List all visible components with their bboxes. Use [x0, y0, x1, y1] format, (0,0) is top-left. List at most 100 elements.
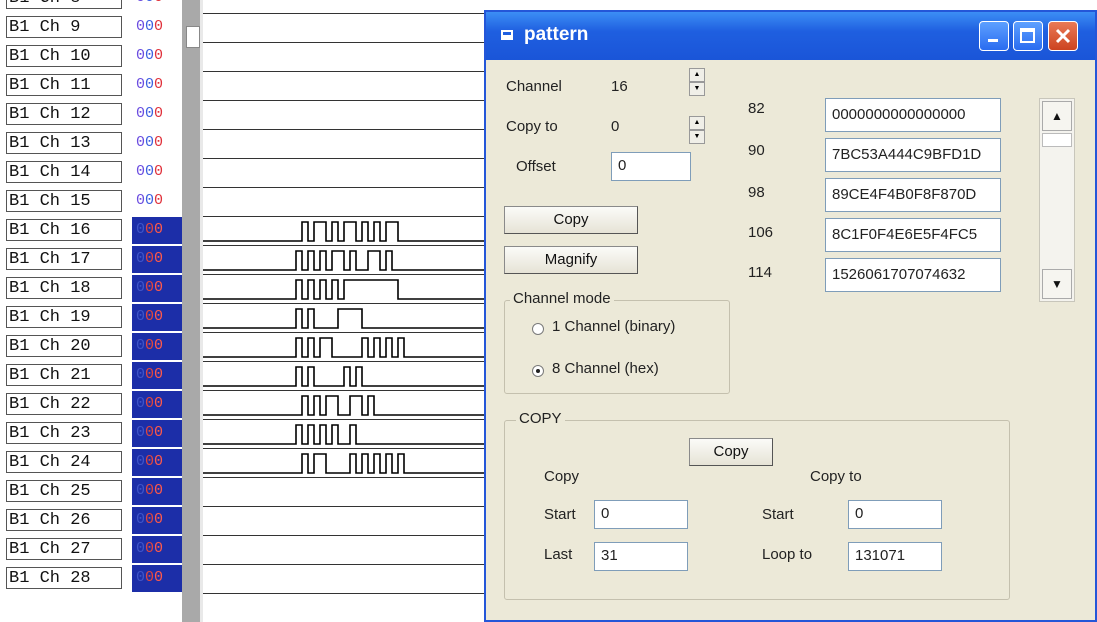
spin-up-icon[interactable]: ▲: [689, 116, 705, 130]
channel-label[interactable]: B1 Ch 8: [6, 0, 122, 9]
channel-value[interactable]: 000: [132, 420, 182, 447]
spin-up-icon[interactable]: ▲: [689, 68, 705, 82]
channel-value-digit: 0: [145, 395, 155, 412]
channel-value-digit: 0: [136, 134, 146, 151]
address-label: 82: [748, 100, 765, 117]
channel-value[interactable]: 000: [132, 275, 182, 302]
channel-value[interactable]: 000: [132, 130, 182, 157]
address-label: 90: [748, 142, 765, 159]
hex-value-field[interactable]: 8C1F0F4E6E5F4FC5: [825, 218, 1001, 252]
channel-value-digit: 0: [145, 250, 155, 267]
magnify-button[interactable]: Magnify: [504, 246, 638, 274]
copy-range-button[interactable]: Copy: [689, 438, 773, 466]
channel-label[interactable]: B1 Ch 17: [6, 248, 122, 270]
channel-value[interactable]: 000: [132, 536, 182, 563]
radio-binary-label[interactable]: 1 Channel (binary): [552, 318, 675, 335]
channel-value-digit: 0: [136, 511, 146, 528]
start-label: Start: [544, 506, 576, 523]
channel-value-digit: 0: [136, 308, 146, 325]
channel-value-digit: 0: [145, 569, 155, 586]
hex-value-field[interactable]: 1526061707074632: [825, 258, 1001, 292]
channel-label[interactable]: B1 Ch 26: [6, 509, 122, 531]
channel-label[interactable]: B1 Ch 28: [6, 567, 122, 589]
channel-spinner[interactable]: ▲ ▼: [689, 68, 705, 96]
channel-value[interactable]: 000: [132, 362, 182, 389]
channel-value[interactable]: 000: [132, 565, 182, 592]
channel-label[interactable]: B1 Ch 15: [6, 190, 122, 212]
pattern-dialog: pattern Channel 16 ▲ ▼ Copy to 0 ▲ ▼ Offse…: [484, 10, 1097, 622]
offset-input[interactable]: 0: [611, 152, 691, 181]
channel-label[interactable]: B1 Ch 21: [6, 364, 122, 386]
channel-label[interactable]: B1 Ch 18: [6, 277, 122, 299]
address-label: 114: [748, 264, 772, 281]
minimize-button[interactable]: [979, 21, 1009, 51]
channel-value[interactable]: 000: [132, 449, 182, 476]
channel-value[interactable]: 000: [132, 246, 182, 273]
channel-value-digit: 0: [136, 163, 146, 180]
channel-label[interactable]: B1 Ch 24: [6, 451, 122, 473]
channel-value[interactable]: 000: [132, 14, 182, 41]
radio-hex[interactable]: [532, 365, 544, 377]
hex-value-field[interactable]: 89CE4F4B0F8F870D: [825, 178, 1001, 212]
copy-to-spinner[interactable]: ▲ ▼: [689, 116, 705, 144]
channel-label[interactable]: B1 Ch 14: [6, 161, 122, 183]
copy-start-input[interactable]: 0: [594, 500, 688, 529]
radio-binary[interactable]: [532, 323, 544, 335]
channel-label[interactable]: B1 Ch 23: [6, 422, 122, 444]
channel-scrollbar[interactable]: [182, 0, 202, 622]
channel-label[interactable]: B1 Ch 25: [6, 480, 122, 502]
channel-value[interactable]: 000: [132, 101, 182, 128]
channel-value-digit: 0: [145, 366, 155, 383]
channel-label[interactable]: B1 Ch 16: [6, 219, 122, 241]
channel-value-digit: 0: [154, 366, 164, 383]
title-bar[interactable]: pattern: [486, 12, 1095, 60]
close-button[interactable]: [1048, 21, 1078, 51]
radio-hex-label[interactable]: 8 Channel (hex): [552, 360, 659, 377]
channel-value-digit: 0: [145, 76, 155, 93]
address-label: 106: [748, 224, 774, 241]
channel-value[interactable]: 000: [132, 72, 182, 99]
channel-value[interactable]: 000: [132, 507, 182, 534]
channel-value[interactable]: 000: [132, 391, 182, 418]
channel-value-digit: 0: [145, 279, 155, 296]
hex-value-field[interactable]: 7BC53A444C9BFD1D: [825, 138, 1001, 172]
maximize-button[interactable]: [1013, 21, 1043, 51]
waveform-trace: [203, 395, 493, 416]
channel-value-digit: 0: [154, 47, 164, 64]
channel-label[interactable]: B1 Ch 12: [6, 103, 122, 125]
scroll-down-icon[interactable]: ▼: [1042, 269, 1072, 299]
spin-down-icon[interactable]: ▼: [689, 130, 705, 144]
channel-value-digit: 0: [154, 337, 164, 354]
scroll-thumb[interactable]: [1042, 133, 1072, 147]
channel-label[interactable]: B1 Ch 22: [6, 393, 122, 415]
channel-label[interactable]: B1 Ch 13: [6, 132, 122, 154]
channel-value[interactable]: 000: [132, 478, 182, 505]
copy-header: Copy: [544, 468, 580, 485]
channel-value-digit: 0: [154, 76, 164, 93]
channel-label[interactable]: B1 Ch 11: [6, 74, 122, 96]
copy-to-header: Copy to: [810, 468, 862, 485]
maximize-icon: [1020, 28, 1035, 43]
channel-label[interactable]: B1 Ch 27: [6, 538, 122, 560]
channel-label[interactable]: B1 Ch 9: [6, 16, 122, 38]
scroll-up-icon[interactable]: ▲: [1042, 101, 1072, 131]
channel-label[interactable]: B1 Ch 10: [6, 45, 122, 67]
copy-button[interactable]: Copy: [504, 206, 638, 234]
channel-value[interactable]: 000: [132, 217, 182, 244]
copy-to-start-input[interactable]: 0: [848, 500, 942, 529]
spin-down-icon[interactable]: ▼: [689, 82, 705, 96]
channel-value[interactable]: 000: [132, 159, 182, 186]
channel-label[interactable]: B1 Ch 19: [6, 306, 122, 328]
loop-to-input[interactable]: 131071: [848, 542, 942, 571]
channel-scroll-knob[interactable]: [186, 26, 200, 48]
channel-value[interactable]: 000: [132, 188, 182, 215]
channel-value[interactable]: 000: [132, 43, 182, 70]
copy-last-input[interactable]: 31: [594, 542, 688, 571]
channel-value[interactable]: 000: [132, 304, 182, 331]
hex-scrollbar[interactable]: ▲ ▼: [1039, 98, 1075, 302]
channel-mode-title: Channel mode: [510, 290, 614, 307]
channel-value[interactable]: 000: [132, 0, 182, 12]
channel-value[interactable]: 000: [132, 333, 182, 360]
channel-label[interactable]: B1 Ch 20: [6, 335, 122, 357]
hex-value-field[interactable]: 0000000000000000: [825, 98, 1001, 132]
